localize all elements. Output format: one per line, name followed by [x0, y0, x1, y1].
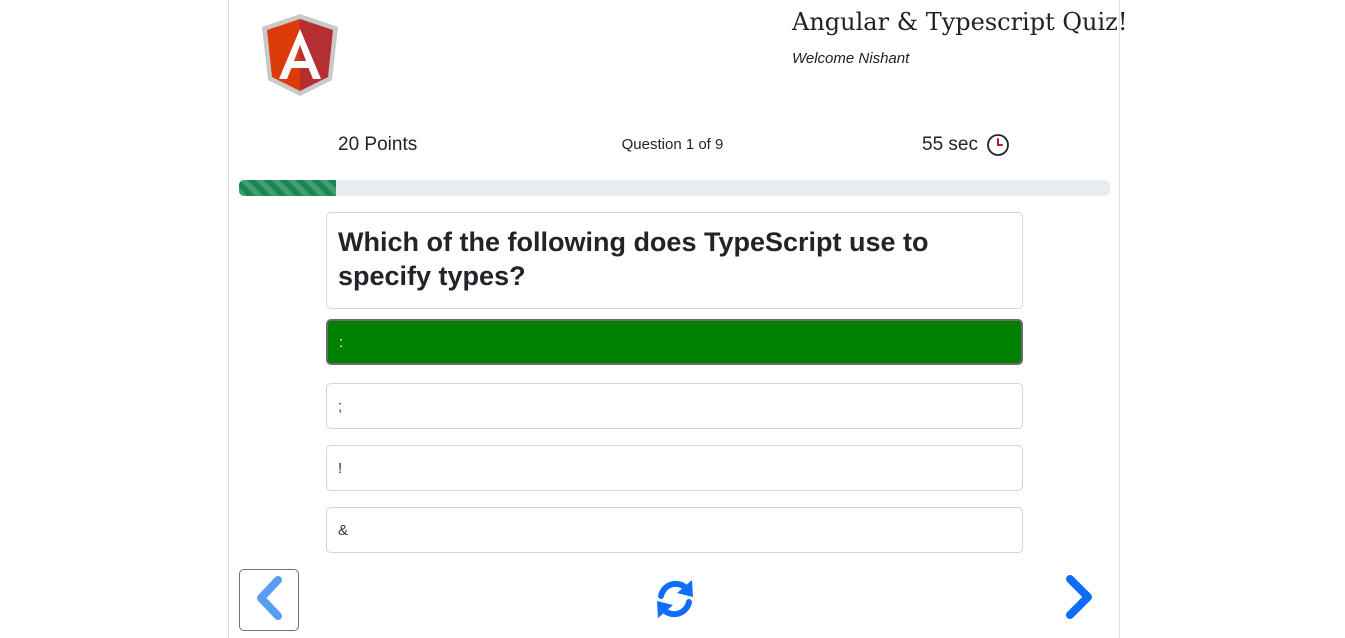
- progress-fill: [239, 180, 336, 196]
- answer-option-label: ;: [338, 397, 343, 415]
- chevron-right-icon: [1062, 573, 1096, 625]
- timer-display: 55 sec: [922, 133, 1010, 157]
- quiz-title: Angular & Typescript Quiz!: [792, 8, 1128, 36]
- answer-option-label: !: [338, 459, 343, 477]
- answer-option-label: &: [338, 521, 349, 539]
- angular-logo-icon: [259, 12, 341, 98]
- quiz-progress-bar: [239, 180, 1110, 196]
- points-display: 20 Points: [338, 134, 418, 155]
- answer-option-3[interactable]: !: [326, 445, 1023, 491]
- refresh-icon: [652, 576, 698, 626]
- question-counter: Question 1 of 9: [621, 136, 724, 153]
- clock-icon: [986, 133, 1010, 157]
- question-card: Which of the following does TypeScript u…: [326, 212, 1023, 309]
- answer-option-label: :: [339, 333, 344, 351]
- next-question-button[interactable]: [1055, 572, 1103, 626]
- answer-option-2[interactable]: ;: [326, 383, 1023, 429]
- answer-option-4[interactable]: &: [326, 507, 1023, 553]
- welcome-message: Welcome Nishant: [792, 50, 910, 67]
- chevron-left-icon: [253, 575, 285, 625]
- question-text: Which of the following does TypeScript u…: [338, 227, 929, 291]
- timer-text: 55 sec: [922, 134, 978, 155]
- previous-question-button[interactable]: [239, 569, 299, 631]
- restart-quiz-button[interactable]: [650, 576, 700, 626]
- answer-option-1[interactable]: :: [326, 319, 1023, 365]
